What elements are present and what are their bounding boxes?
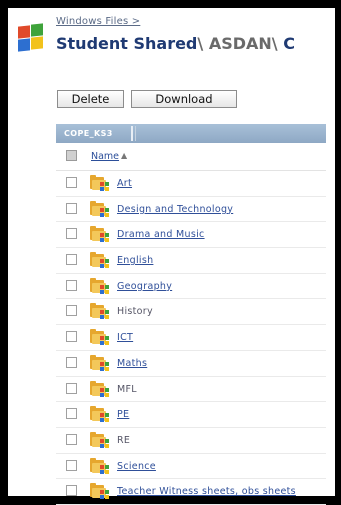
title-separator: \ [271, 34, 278, 53]
windows-folder-icon [90, 174, 110, 191]
list-item[interactable]: Art [56, 171, 326, 197]
folder-name-link[interactable]: PE [117, 409, 129, 420]
folder-name-link[interactable]: Design and Technology [117, 204, 233, 215]
title-segment-student-shared[interactable]: Student Shared [56, 34, 197, 53]
tab-cope-ks3[interactable]: COPE_KS3 [64, 129, 113, 138]
list-item[interactable]: Design and Technology [56, 197, 326, 223]
windows-folder-icon [90, 251, 110, 269]
folder-name-link[interactable]: MFL [117, 384, 137, 395]
row-checkbox[interactable] [66, 408, 77, 420]
tab-divider [131, 126, 133, 141]
list-item[interactable]: Drama and Music [56, 222, 326, 249]
windows-folder-icon [90, 431, 110, 448]
folder-name-link[interactable]: Teacher Witness sheets, obs sheets [117, 486, 296, 497]
row-checkbox[interactable] [66, 202, 77, 214]
windows-folder-icon [90, 457, 110, 474]
folder-name-link[interactable]: Drama and Music [117, 229, 205, 240]
row-checkbox[interactable] [66, 177, 77, 188]
list-item[interactable]: PE [56, 402, 326, 428]
page-title: Student Shared\ ASDAN\ C [56, 34, 295, 53]
folder-name-link[interactable]: Science [117, 461, 156, 472]
row-checkbox[interactable] [66, 279, 77, 291]
windows-logo-icon [16, 23, 44, 52]
list-item[interactable]: History [56, 299, 326, 326]
delete-button[interactable]: Delete [57, 90, 124, 108]
title-segment-current[interactable]: C [283, 34, 295, 53]
list-item[interactable]: Teacher Witness sheets, obs sheets [56, 479, 326, 505]
list-item[interactable]: English [56, 248, 326, 274]
folder-name-link[interactable]: English [117, 255, 153, 266]
windows-folder-icon [90, 302, 110, 320]
select-all-checkbox[interactable] [66, 150, 77, 161]
row-checkbox[interactable] [66, 254, 77, 266]
folder-tab-bar: COPE_KS3 [56, 124, 326, 143]
windows-folder-icon [90, 200, 110, 217]
folder-name-link[interactable]: Geography [117, 281, 172, 292]
windows-folder-icon [90, 482, 110, 500]
breadcrumb: Windows Files > [56, 16, 140, 27]
folder-name-link[interactable]: ICT [117, 332, 133, 343]
list-item[interactable]: ICT [56, 325, 326, 351]
row-checkbox[interactable] [66, 382, 77, 394]
folder-name-link[interactable]: Art [117, 178, 132, 189]
window-edge [331, 8, 335, 496]
windows-folder-icon [90, 328, 110, 346]
list-item[interactable]: RE [56, 428, 326, 454]
row-checkbox[interactable] [66, 331, 77, 343]
list-header: Name ▲ [56, 143, 326, 171]
list-item[interactable]: Maths [56, 351, 326, 377]
row-checkbox[interactable] [66, 356, 77, 368]
row-checkbox[interactable] [66, 485, 77, 497]
breadcrumb-link[interactable]: Windows Files > [56, 16, 140, 27]
row-checkbox[interactable] [66, 433, 77, 445]
row-checkbox[interactable] [66, 305, 77, 317]
windows-folder-icon [90, 277, 110, 294]
name-column-header[interactable]: Name [91, 151, 119, 162]
windows-folder-icon [90, 405, 110, 423]
list-item[interactable]: MFL [56, 377, 326, 403]
title-segment-asdan[interactable]: ASDAN [209, 34, 272, 53]
list-item[interactable]: Geography [56, 274, 326, 300]
windows-folder-icon [90, 225, 110, 243]
row-checkbox[interactable] [66, 459, 77, 471]
windows-folder-icon [90, 354, 110, 371]
folder-name-link[interactable]: Maths [117, 358, 147, 369]
folder-name-link[interactable]: History [117, 306, 153, 317]
download-button[interactable]: Download [131, 90, 237, 108]
title-separator: \ [197, 34, 204, 53]
folder-name-link[interactable]: RE [117, 435, 130, 446]
sort-ascending-icon: ▲ [121, 151, 128, 160]
row-checkbox[interactable] [66, 228, 77, 240]
tab-divider [135, 126, 136, 141]
file-list: Art Design and Technology Drama and Music E… [56, 171, 326, 505]
windows-folder-icon [90, 380, 110, 397]
list-item[interactable]: Science [56, 454, 326, 480]
